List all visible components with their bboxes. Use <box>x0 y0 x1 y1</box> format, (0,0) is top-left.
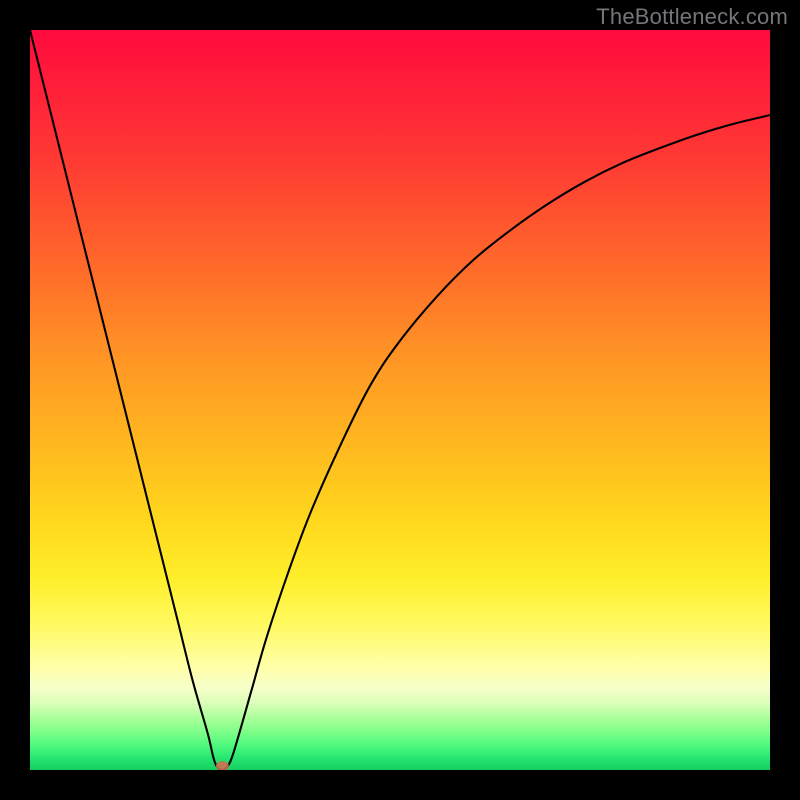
watermark-text: TheBottleneck.com <box>596 4 788 30</box>
chart-frame: TheBottleneck.com <box>0 0 800 800</box>
minimum-marker <box>216 761 229 770</box>
plot-area <box>30 30 770 770</box>
bottleneck-curve <box>30 30 770 770</box>
curve-layer <box>30 30 770 770</box>
